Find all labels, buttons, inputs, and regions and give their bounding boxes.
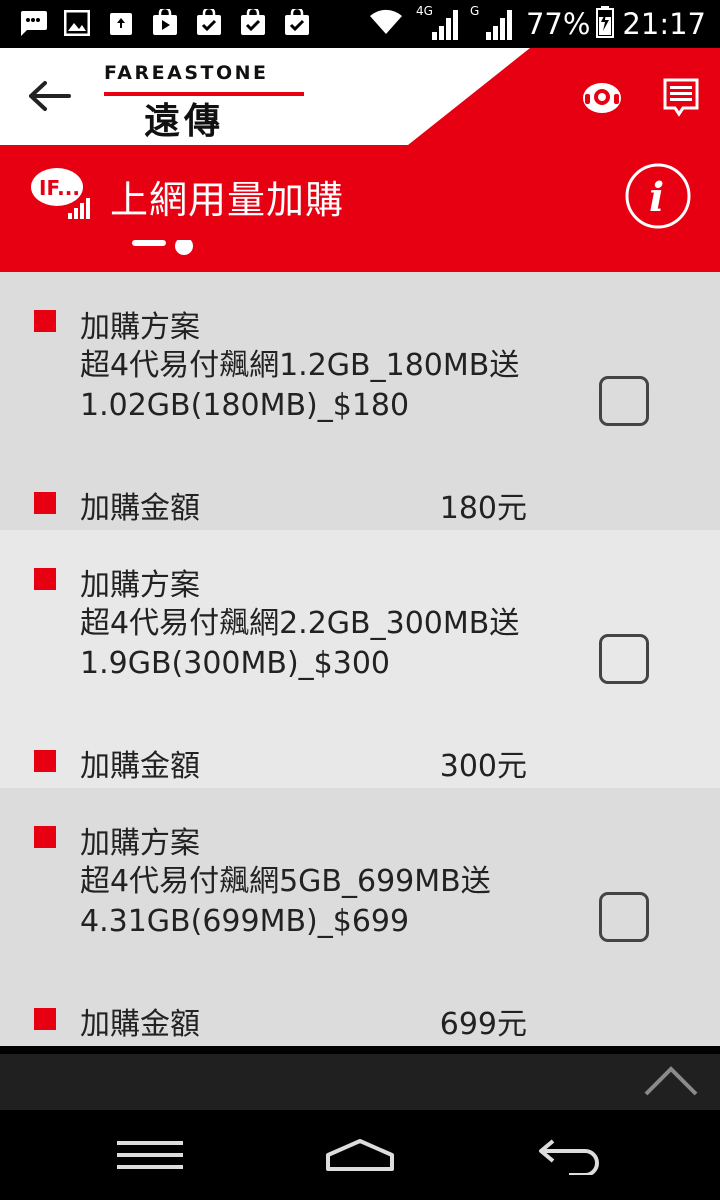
bullet-marker	[34, 1008, 56, 1030]
menu-list-button[interactable]	[658, 74, 704, 120]
image-notification-icon	[62, 8, 92, 38]
headset-icon	[583, 83, 621, 113]
signal-g-icon: G	[470, 4, 514, 42]
list-icon	[663, 78, 699, 117]
info-icon: i	[625, 163, 691, 229]
plan-card: 加購方案 超4代易付飆網1.2GB_180MB送1.02GB(180MB)_$1…	[0, 272, 720, 530]
bullet-marker	[34, 310, 56, 332]
menu-nav-button[interactable]	[114, 1130, 186, 1180]
bullet-marker	[34, 568, 56, 590]
notification-icons	[18, 8, 312, 38]
return-icon	[539, 1139, 599, 1175]
amount-label: 加購金額	[80, 1007, 200, 1042]
svg-text:IF...: IF...	[39, 176, 80, 200]
play-store-notification-icon	[150, 8, 180, 38]
chevron-up-icon	[644, 1066, 698, 1096]
check-bag-icon-1	[194, 8, 224, 38]
logo-chinese: 遠傳	[144, 100, 225, 142]
fareastone-logo: FAREASTONE 遠傳	[104, 62, 314, 142]
clock: 21:17	[622, 7, 706, 41]
home-nav-button[interactable]	[322, 1130, 398, 1180]
amount-value: 300元	[439, 749, 527, 784]
plan-label: 加購方案	[80, 310, 200, 345]
data-usage-icon: IF...	[31, 168, 90, 219]
bullet-marker	[34, 750, 56, 772]
partial-icon	[132, 240, 193, 255]
amount-label: 加購金額	[80, 491, 200, 526]
plan-name: 超4代易付飆網1.2GB_180MB送1.02GB(180MB)_$180	[80, 348, 520, 423]
status-bar: 4G G 77% 21:17	[0, 0, 720, 48]
plan-card: 加購方案 超4代易付飆網2.2GB_300MB送1.9GB(300MB)_$30…	[0, 530, 720, 788]
home-icon	[326, 1139, 394, 1171]
plan-list: 加購方案 超4代易付飆網1.2GB_180MB送1.02GB(180MB)_$1…	[0, 272, 720, 1054]
customer-service-button[interactable]	[579, 74, 625, 120]
message-notification-icon	[18, 8, 48, 38]
recycle-notification-icon	[106, 8, 136, 38]
plan-name: 超4代易付飆網5GB_699MB送4.31GB(699MB)_$699	[80, 864, 491, 939]
title-bar: IF... 上網用量加購	[0, 145, 720, 272]
back-button[interactable]	[24, 74, 74, 118]
plan-label: 加購方案	[80, 568, 200, 603]
plan-checkbox[interactable]	[599, 634, 649, 684]
check-bag-icon-2	[238, 8, 268, 38]
plan-card: 加購方案 超4代易付飆網5GB_699MB送4.31GB(699MB)_$699…	[0, 788, 720, 1046]
svg-text:i: i	[649, 174, 664, 221]
menu-lines-icon	[117, 1141, 183, 1169]
plan-label: 加購方案	[80, 826, 200, 861]
scroll-to-top-button[interactable]	[640, 1060, 702, 1102]
plan-checkbox[interactable]	[599, 892, 649, 942]
signal-4g-icon: 4G	[416, 4, 460, 42]
info-button[interactable]: i	[624, 162, 692, 230]
check-bag-icon-3	[282, 8, 312, 38]
back-arrow-icon	[29, 81, 71, 111]
back-nav-button[interactable]	[534, 1130, 604, 1180]
plan-checkbox[interactable]	[599, 376, 649, 426]
battery-icon	[596, 6, 615, 42]
bullet-marker	[34, 492, 56, 514]
wifi-icon	[368, 8, 404, 40]
logo-english: FAREASTONE	[104, 62, 269, 84]
bullet-marker	[34, 826, 56, 848]
bottom-strip	[0, 1054, 720, 1110]
plan-name: 超4代易付飆網2.2GB_300MB送1.9GB(300MB)_$300	[80, 606, 520, 681]
amount-value: 699元	[439, 1007, 527, 1042]
amount-label: 加購金額	[80, 749, 200, 784]
page-title: 上網用量加購	[110, 178, 345, 222]
battery-percent: 77%	[525, 7, 591, 41]
app-header: FAREASTONE 遠傳	[0, 48, 720, 145]
system-indicators: 4G G 77% 21:17	[368, 4, 706, 44]
screen: 4G G 77% 21:17 FAREASTONE 遠傳 IF... 上網用量加…	[0, 0, 720, 1200]
amount-value: 180元	[439, 491, 527, 526]
